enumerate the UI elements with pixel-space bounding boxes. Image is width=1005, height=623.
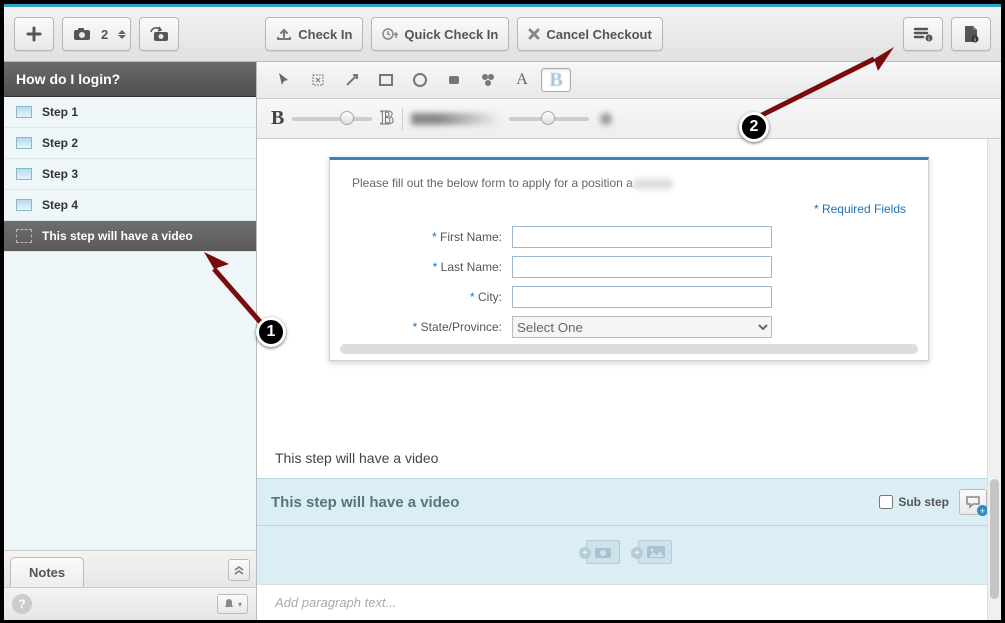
camera-icon: [73, 27, 91, 41]
first-name-input[interactable]: [512, 226, 772, 248]
last-name-label: * Last Name:: [352, 260, 502, 274]
chevrons-up-icon: [234, 565, 244, 575]
thumbnail-icon: [16, 106, 32, 118]
form-description: Please fill out the below form to apply …: [352, 176, 906, 190]
step-item[interactable]: Step 1: [4, 97, 256, 128]
check-in-button[interactable]: Check In: [265, 17, 363, 51]
step-label: This step will have a video: [42, 229, 193, 243]
annotation-arrow-2: [744, 39, 904, 129]
picture-small-icon: [647, 546, 665, 558]
rectangle-tool[interactable]: [371, 68, 401, 92]
circle-tool[interactable]: [405, 68, 435, 92]
step-item[interactable]: Step 2: [4, 128, 256, 159]
state-label: * State/Province:: [352, 320, 502, 334]
vertical-scrollbar[interactable]: [987, 139, 1001, 620]
swap-camera-icon: [148, 26, 170, 42]
step-header-title[interactable]: This step will have a video: [271, 494, 869, 511]
step-label: Step 3: [42, 167, 78, 181]
blur-slider-1[interactable]: [292, 117, 372, 121]
capture-button[interactable]: 2: [62, 17, 131, 51]
city-input[interactable]: [512, 286, 772, 308]
thumbnail-icon: [16, 199, 32, 211]
blur-slider-2[interactable]: [509, 117, 589, 121]
check-in-label: Check In: [298, 27, 352, 42]
bell-icon: [223, 598, 235, 610]
step-item[interactable]: Step 4: [4, 190, 256, 221]
step-header-bar: This step will have a video Sub step +: [257, 478, 1001, 526]
thumbnail-icon: [16, 168, 32, 180]
thumbnail-icon: [16, 137, 32, 149]
screenshot-count: 2: [95, 27, 114, 42]
sharp-preview: B: [271, 107, 284, 130]
video-placeholder-icon: [16, 229, 32, 243]
crop-tool[interactable]: [303, 68, 333, 92]
step-list: Step 1 Step 2 Step 3 Step 4 This step wi…: [4, 97, 256, 252]
lesson-title: How do I login?: [4, 62, 256, 97]
filled-rectangle-tool[interactable]: [439, 68, 469, 92]
step-label: Step 4: [42, 198, 78, 212]
notes-tab[interactable]: Notes: [10, 557, 84, 587]
blur-strength-preview-b: [597, 110, 615, 128]
page-info-icon: i: [962, 25, 980, 43]
notifications-button[interactable]: ▾: [217, 594, 248, 614]
add-button[interactable]: [14, 17, 54, 51]
select-tool[interactable]: [269, 68, 299, 92]
text-tool[interactable]: A: [507, 68, 537, 92]
blur-tool[interactable]: B: [541, 68, 571, 92]
substep-checkbox[interactable]: Sub step: [879, 495, 949, 509]
state-select[interactable]: Select One: [512, 316, 772, 338]
swap-capture-button[interactable]: [139, 17, 179, 51]
quick-check-in-label: Quick Check In: [404, 27, 498, 42]
callout-marker-1: 1: [256, 317, 286, 347]
step-item[interactable]: Step 3: [4, 159, 256, 190]
count-stepper[interactable]: [118, 30, 126, 39]
lesson-properties-button[interactable]: i: [903, 17, 943, 51]
arrow-tool[interactable]: [337, 68, 367, 92]
clock-upload-icon: [382, 27, 398, 41]
paragraph-input[interactable]: Add paragraph text...: [257, 584, 1001, 620]
editor-pane: A B B B Please fill out the below form t…: [257, 62, 1001, 620]
upload-icon: [276, 27, 292, 41]
collapse-notes-button[interactable]: [228, 559, 250, 581]
last-name-input[interactable]: [512, 256, 772, 278]
blurred-text: [633, 179, 673, 189]
step-label: Step 1: [42, 105, 78, 119]
help-button[interactable]: ?: [12, 594, 32, 614]
city-label: * City:: [352, 290, 502, 304]
cancel-checkout-button[interactable]: Cancel Checkout: [517, 17, 662, 51]
quick-check-in-button[interactable]: Quick Check In: [371, 17, 509, 51]
screenshot-card: Please fill out the below form to apply …: [329, 157, 929, 361]
blur-strength-preview-a: [411, 113, 501, 125]
add-video-placeholder[interactable]: +: [638, 540, 672, 564]
x-icon: [528, 28, 540, 40]
outline-preview: B: [380, 107, 393, 130]
required-fields-note: * Required Fields: [352, 202, 906, 216]
step-caption[interactable]: This step will have a video: [257, 450, 1001, 478]
horizontal-scrollbar[interactable]: [340, 344, 918, 354]
cancel-checkout-label: Cancel Checkout: [546, 27, 651, 42]
substep-checkbox-input[interactable]: [879, 495, 893, 509]
callout-marker-2: 2: [739, 112, 769, 142]
plus-icon: +: [579, 547, 591, 559]
media-drop-row: + +: [257, 526, 1001, 584]
camera-small-icon: [594, 545, 612, 559]
article-properties-button[interactable]: i: [951, 17, 991, 51]
add-comment-button[interactable]: +: [959, 489, 987, 515]
notes-tab-label: Notes: [29, 565, 65, 580]
substep-label: Sub step: [898, 495, 949, 509]
plus-icon: +: [631, 547, 643, 559]
sequence-tool[interactable]: [473, 68, 503, 92]
add-image-placeholder[interactable]: +: [586, 540, 620, 564]
step-label: Step 2: [42, 136, 78, 150]
list-info-icon: i: [913, 26, 933, 42]
canvas-area[interactable]: Please fill out the below form to apply …: [257, 139, 1001, 450]
first-name-label: * First Name:: [352, 230, 502, 244]
